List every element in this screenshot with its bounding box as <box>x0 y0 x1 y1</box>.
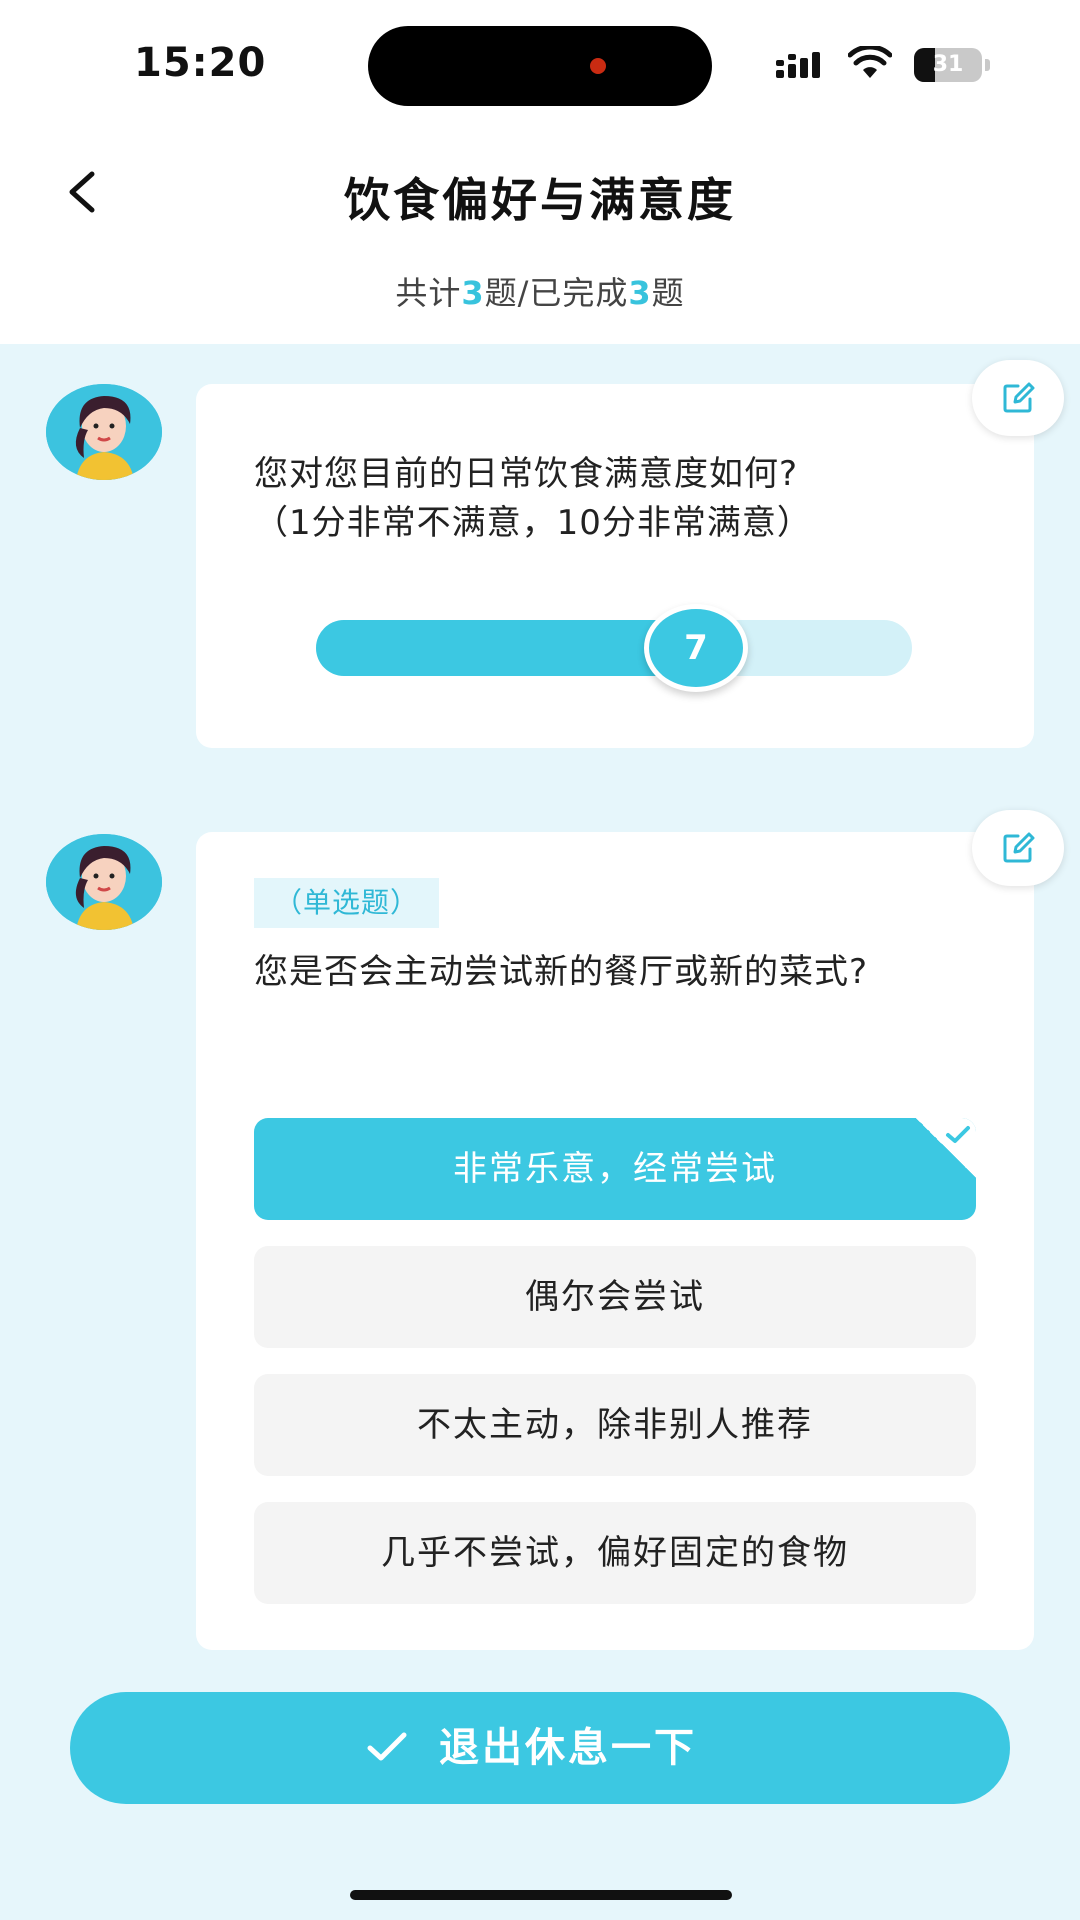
option-2[interactable]: 偶尔会尝试 <box>254 1246 976 1348</box>
slider-thumb[interactable]: 7 <box>644 604 748 692</box>
wifi-icon <box>848 46 892 78</box>
edit-icon <box>1003 832 1035 863</box>
question-card-2: （单选题） 您是否会主动尝试新的餐厅或新的菜式? 非常乐意，经常尝试 偶尔会尝试… <box>196 832 1034 1650</box>
header-area: 15:20 31 饮食偏好与满意度 共计3题/已完成3题 <box>0 0 1080 344</box>
edit-answer-button-2[interactable] <box>972 810 1064 886</box>
selected-check-icon <box>916 1118 976 1178</box>
camera-indicator-icon <box>590 58 606 74</box>
option-label: 偶尔会尝试 <box>525 1277 705 1317</box>
option-3[interactable]: 不太主动，除非别人推荐 <box>254 1374 976 1476</box>
edit-answer-button-1[interactable] <box>972 360 1064 436</box>
slider-fill <box>316 620 696 676</box>
edit-icon <box>1003 382 1035 413</box>
battery-icon: 31 <box>914 48 990 82</box>
home-indicator[interactable] <box>350 1890 732 1900</box>
cellular-signal-icon <box>776 52 820 78</box>
status-bar: 15:20 31 <box>0 0 1080 130</box>
battery-level: 31 <box>932 52 964 77</box>
checkmark-icon <box>367 1732 407 1761</box>
satisfaction-slider[interactable]: 7 <box>316 604 912 692</box>
option-label: 不太主动，除非别人推荐 <box>417 1405 813 1445</box>
option-label: 几乎不尝试，偏好固定的食物 <box>381 1533 849 1573</box>
dynamic-island <box>368 26 712 106</box>
option-4[interactable]: 几乎不尝试，偏好固定的食物 <box>254 1502 976 1604</box>
assistant-avatar <box>46 834 162 930</box>
question-1-text: 您对您目前的日常饮食满意度如何? <box>254 454 799 494</box>
assistant-avatar <box>46 384 162 480</box>
survey-screen: 15:20 31 饮食偏好与满意度 共计3题/已完成3题 您对您目前的日常饮食满… <box>0 0 1080 1920</box>
question-card-1: 您对您目前的日常饮食满意度如何? （1分非常不满意，10分非常满意） 7 <box>196 384 1034 748</box>
status-time: 15:20 <box>134 40 267 86</box>
page-title: 饮食偏好与满意度 <box>344 173 736 227</box>
question-1-hint: （1分非常不满意，10分非常满意） <box>254 503 812 543</box>
question-type-tag: （单选题） <box>254 878 440 928</box>
total-count: 3 <box>461 274 485 312</box>
exit-button-label: 退出休息一下 <box>439 1725 697 1771</box>
option-label: 非常乐意，经常尝试 <box>453 1149 777 1189</box>
completed-count: 3 <box>628 274 652 312</box>
option-1[interactable]: 非常乐意，经常尝试 <box>254 1118 976 1220</box>
progress-summary: 共计3题/已完成3题 <box>395 274 685 312</box>
question-2-text: 您是否会主动尝试新的餐厅或新的菜式? <box>254 952 869 992</box>
exit-rest-button[interactable]: 退出休息一下 <box>70 1692 1010 1804</box>
